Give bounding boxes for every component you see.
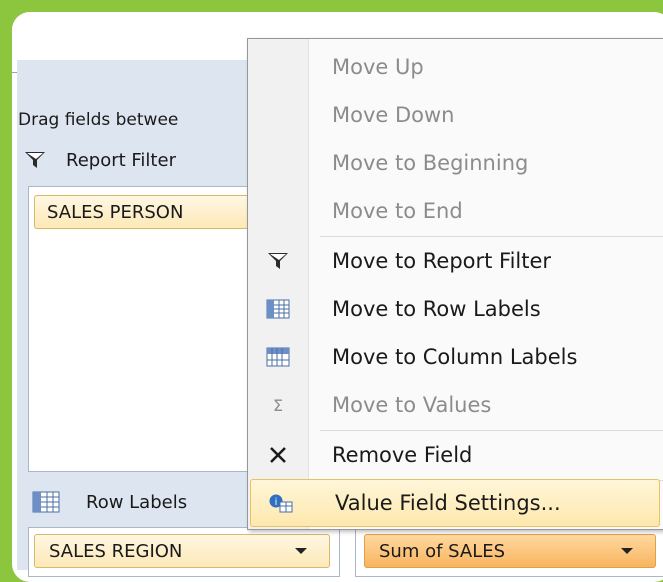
sum-of-sales-field[interactable]: Sum of SALES [364, 534, 656, 568]
row-labels-header: Row Labels [18, 482, 248, 522]
menu-item-label: Move to Row Labels [332, 297, 541, 321]
sum-of-sales-label: Sum of SALES [379, 540, 506, 562]
menu-item-label: Move to Beginning [332, 151, 529, 175]
filter-icon [18, 150, 52, 170]
menu-item-value-field-settings[interactable]: i Value Field Settings... [250, 479, 660, 527]
row-labels-icon [26, 491, 66, 513]
sales-region-field[interactable]: SALES REGION [34, 534, 330, 568]
menu-item-label: Move to Column Labels [332, 345, 578, 369]
menu-item-move-to-beginning[interactable]: Move to Beginning [248, 139, 663, 187]
menu-item-label: Move to End [332, 199, 463, 223]
report-filter-header: Report Filter [18, 140, 246, 180]
chevron-down-icon[interactable] [295, 548, 307, 554]
column-labels-icon [248, 347, 308, 367]
menu-item-label: Move Down [332, 103, 455, 127]
menu-item-label: Remove Field [332, 443, 473, 467]
close-icon [248, 445, 308, 465]
sales-person-field[interactable]: SALES PERSON [34, 195, 248, 229]
menu-item-label: Move to Values [332, 393, 492, 417]
menu-item-move-to-values[interactable]: Σ Move to Values [248, 381, 663, 429]
menu-item-label: Move Up [332, 55, 424, 79]
filter-icon [248, 251, 308, 271]
menu-item-move-to-end[interactable]: Move to End [248, 187, 663, 235]
drag-fields-instruction: Drag fields betwee [18, 110, 179, 130]
field-context-menu: Move Up Move Down Move to Beginning Move… [247, 38, 663, 530]
menu-item-label: Value Field Settings... [335, 491, 561, 515]
chevron-down-icon[interactable] [621, 548, 633, 554]
menu-item-move-to-column-labels[interactable]: Move to Column Labels [248, 333, 663, 381]
value-field-settings-icon: i [251, 492, 311, 514]
menu-item-remove-field[interactable]: Remove Field [248, 431, 663, 479]
sigma-icon: Σ [272, 395, 284, 415]
row-labels-label: Row Labels [86, 491, 188, 513]
menu-item-move-to-report-filter[interactable]: Move to Report Filter [248, 237, 663, 285]
sales-region-label: SALES REGION [49, 540, 183, 562]
menu-item-move-down[interactable]: Move Down [248, 91, 663, 139]
menu-item-move-to-row-labels[interactable]: Move to Row Labels [248, 285, 663, 333]
menu-item-label: Move to Report Filter [332, 249, 552, 273]
svg-text:i: i [275, 497, 278, 508]
menu-item-move-up[interactable]: Move Up [248, 43, 663, 91]
row-labels-icon [248, 299, 308, 319]
report-filter-label: Report Filter [66, 149, 176, 171]
